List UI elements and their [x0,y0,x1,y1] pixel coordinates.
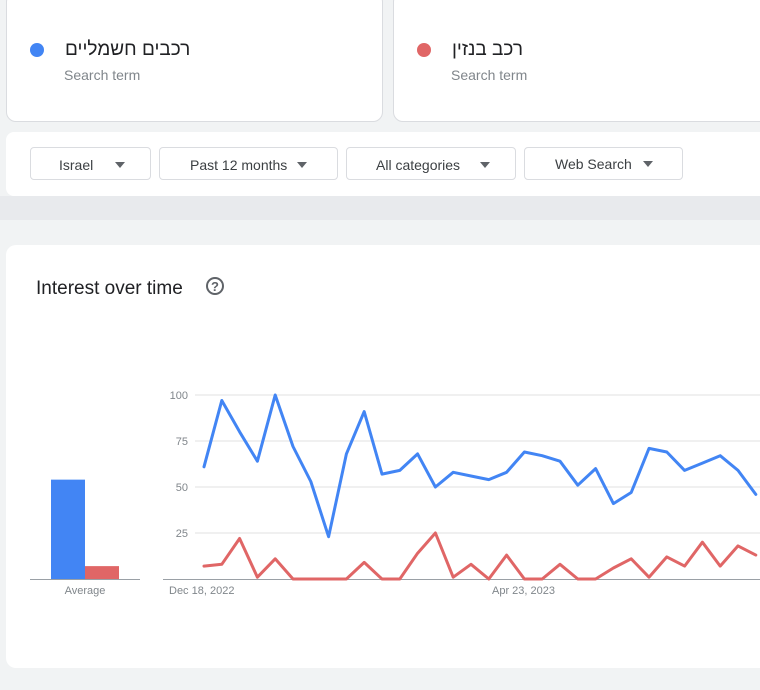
x-tick-label: Dec 18, 2022 [169,585,234,597]
x-tick-label: Apr 23, 2023 [492,585,555,597]
average-bar-1 [51,479,85,579]
y-tick-label: 50 [176,482,188,494]
y-tick-label: 75 [176,436,188,448]
average-bar-2 [85,566,119,579]
y-tick-label: 100 [170,390,188,402]
average-label: Average [65,585,106,597]
series-line-1 [202,393,758,539]
series-line-2 [202,531,758,581]
y-tick-label: 25 [176,528,188,540]
interest-over-time-chart: 100 75 50 25 Dec 18, 2022 Apr 23, 2023 Average [30,390,760,597]
